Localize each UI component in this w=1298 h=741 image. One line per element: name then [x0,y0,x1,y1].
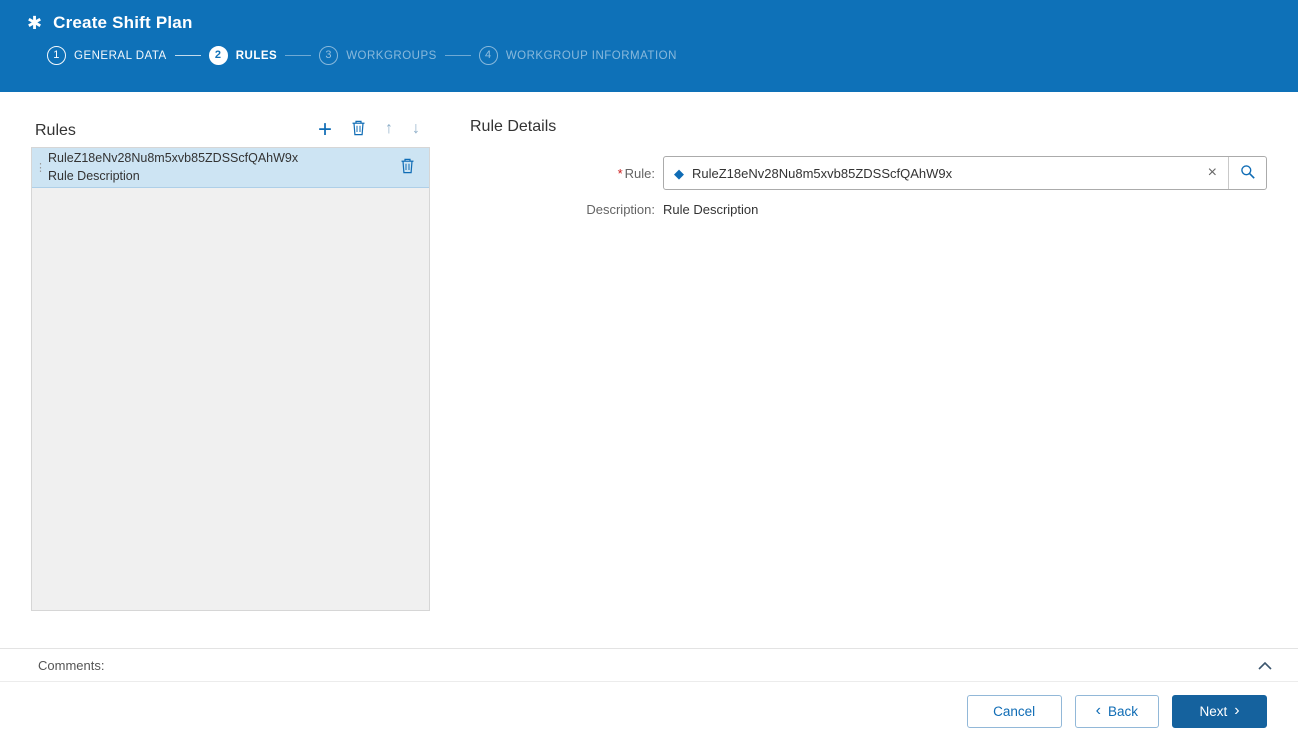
add-rule-button[interactable]: + [318,118,332,142]
rules-toolbar: + ↑ ↓ [318,118,420,142]
page-title: Create Shift Plan [53,13,193,32]
description-label: Description: [586,202,655,217]
chevron-left-icon: ‹ [1095,702,1101,719]
cancel-button[interactable]: Cancel [966,695,1062,728]
close-icon: × [1207,164,1217,181]
header: ✱ Create Shift Plan 1 GENERAL DATA 2 RUL… [0,0,1298,92]
footer-bar: Cancel ‹ Back Next › [0,682,1298,741]
search-icon [1240,164,1256,183]
drag-handle-icon[interactable]: ⋮ [32,161,48,174]
delete-rule-row-button[interactable] [396,158,419,177]
rule-item-description: Rule Description [48,168,140,183]
rule-label: * Rule: [470,166,655,181]
step-label: RULES [235,49,278,62]
asterisk-icon: ✱ [27,13,43,33]
step-label: WORKGROUP INFORMATION [505,49,677,62]
move-down-button[interactable]: ↓ [412,121,420,137]
rules-panel-title: Rules [35,122,76,139]
rule-combobox: ◆ × [663,156,1267,190]
step-number-circle: 2 [208,46,228,65]
cancel-button-label: Cancel [993,704,1036,719]
step-connector [285,55,312,56]
rules-list: ⋮ RuleZ18eNv28Nu8m5xvb85ZDSScfQAhW9x Rul… [31,147,430,611]
description-value: Rule Description [663,202,759,217]
wizard-step-general-data[interactable]: 1 GENERAL DATA [47,46,167,65]
step-connector [174,55,201,56]
comments-label: Comments: [38,657,105,673]
wizard-step-rules[interactable]: 2 RULES [208,46,278,65]
trash-icon [400,158,415,177]
wizard-step-workgroup-information[interactable]: 4 WORKGROUP INFORMATION [478,46,677,65]
step-number-circle: 1 [47,46,66,65]
required-marker: * [617,165,623,181]
comments-section: Comments: [0,648,1298,682]
wizard-steps: 1 GENERAL DATA 2 RULES 3 WORKGROUPS 4 WO… [0,37,1298,65]
collapse-comments-button[interactable] [1254,656,1276,675]
back-button-label: Back [1107,704,1138,719]
rule-details-panel: Rule Details *Rule: ◆ × [470,92,1267,648]
wizard-step-workgroups[interactable]: 3 WORKGROUPS [319,46,437,65]
delete-rule-button[interactable] [351,120,366,138]
title-row: ✱ Create Shift Plan [0,0,1298,37]
rules-panel: Rules + ↑ ↓ ⋮ RuleZ18eNv28Nu8m5xvb85ZDSS… [31,92,430,648]
back-button[interactable]: ‹ Back [1074,695,1159,728]
rule-list-item[interactable]: ⋮ RuleZ18eNv28Nu8m5xvb85ZDSScfQAhW9x Rul… [32,148,429,188]
description-form-row: Description: Rule Description [470,202,1267,217]
step-label: GENERAL DATA [74,49,167,62]
rule-label-text: Rule: [624,165,655,181]
value-help-button[interactable] [1228,157,1266,189]
rule-item-text: RuleZ18eNv28Nu8m5xvb85ZDSScfQAhW9x Rule … [48,151,396,184]
step-number-circle: 4 [478,46,498,65]
rule-details-form: *Rule: ◆ × [470,156,1267,229]
step-number-circle: 3 [319,46,339,65]
rules-panel-header: Rules + ↑ ↓ [31,92,430,147]
rule-form-row: *Rule: ◆ × [470,156,1267,190]
move-up-button[interactable]: ↑ [385,121,393,137]
rule-diamond-icon: ◆ [674,165,684,181]
main-content: Rules + ↑ ↓ ⋮ RuleZ18eNv28Nu8m5xvb85ZDSS… [0,92,1298,648]
next-button-label: Next [1199,704,1228,719]
rule-input[interactable] [692,165,1197,181]
chevron-right-icon: › [1234,702,1240,719]
step-connector [444,55,471,56]
step-label: WORKGROUPS [346,49,437,62]
next-button[interactable]: Next › [1172,695,1267,728]
create-shift-plan-window: ✱ Create Shift Plan 1 GENERAL DATA 2 RUL… [0,0,1298,741]
clear-button[interactable]: × [1197,165,1228,181]
trash-icon [351,120,366,139]
chevron-up-icon [1258,658,1272,673]
rule-details-title: Rule Details [470,118,557,135]
rule-item-name: RuleZ18eNv28Nu8m5xvb85ZDSScfQAhW9x [48,150,299,165]
